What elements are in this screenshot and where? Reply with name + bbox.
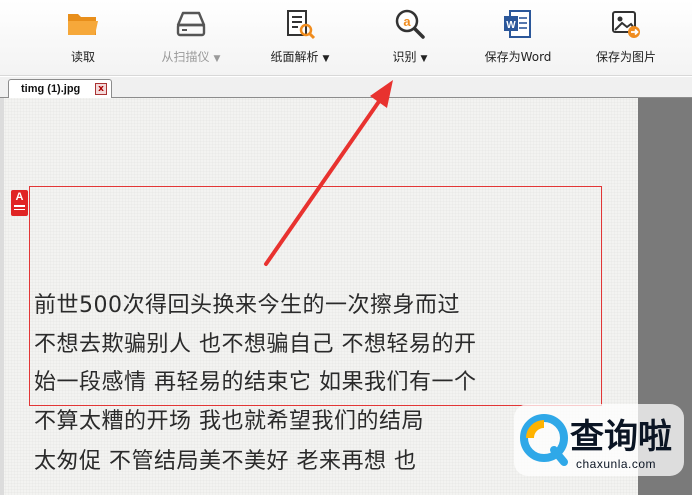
- recognize-icon: a: [392, 6, 428, 42]
- scanner-caret: ▼: [213, 54, 221, 64]
- scanner-label: 从扫描仪: [161, 50, 210, 64]
- page-analysis-label: 纸面解析: [270, 50, 319, 64]
- text-line-2: 不想去欺骗别人 也不想骗自己 不想轻易的开: [34, 332, 477, 357]
- save-image-label: 保存为图片: [595, 50, 656, 64]
- close-icon[interactable]: x: [95, 83, 107, 95]
- page-analysis-icon: [282, 6, 318, 42]
- save-word-label: 保存为Word: [484, 50, 552, 64]
- text-region-marker-icon[interactable]: A: [11, 190, 28, 216]
- text-line-5: 太匆促 不管结局美不美好 老来再想 也: [34, 449, 417, 474]
- recognize-label: 识别: [392, 50, 417, 64]
- text-line-3: 始一段感情 再轻易的结束它 如果我们有一个: [34, 370, 477, 395]
- toolbar: 读取 从扫描仪 ▼ 纸面解析 ▼ a 识别 ▼ W 保存为Word 保存为图片: [0, 0, 692, 76]
- watermark-text: 查询啦: [570, 417, 672, 457]
- save-image-button[interactable]: 保存为图片: [588, 0, 664, 76]
- marker-letter: A: [15, 191, 24, 203]
- text-line-1: 前世500次得回头换来今生的一次擦身而过: [34, 293, 460, 318]
- recognize-caret: ▼: [420, 54, 428, 64]
- page-analysis-button[interactable]: 纸面解析 ▼: [262, 0, 338, 76]
- recognize-button[interactable]: a 识别 ▼: [382, 0, 438, 76]
- read-label: 读取: [70, 50, 95, 64]
- word-icon: W: [500, 6, 536, 42]
- svg-text:a: a: [403, 14, 411, 29]
- watermark-url: chaxunla.com: [576, 457, 657, 471]
- tab-timg[interactable]: timg (1).jpg x: [8, 79, 112, 98]
- scanner-icon: [173, 6, 209, 42]
- read-button[interactable]: 读取: [58, 0, 108, 76]
- text-line-4: 不算太糟的开场 我也就希望我们的结局: [34, 409, 424, 434]
- tab-strip: timg (1).jpg x: [0, 77, 692, 98]
- tab-title: timg (1).jpg: [21, 83, 81, 95]
- watermark-logo: 查询啦 chaxunla.com: [514, 404, 684, 476]
- scanner-button[interactable]: 从扫描仪 ▼: [150, 0, 232, 76]
- watermark-q-icon: [520, 414, 568, 466]
- save-word-button[interactable]: W 保存为Word: [476, 0, 560, 76]
- page-analysis-caret: ▼: [322, 54, 330, 64]
- svg-text:W: W: [506, 20, 516, 31]
- save-image-icon: [608, 6, 644, 42]
- folder-icon: [65, 6, 101, 42]
